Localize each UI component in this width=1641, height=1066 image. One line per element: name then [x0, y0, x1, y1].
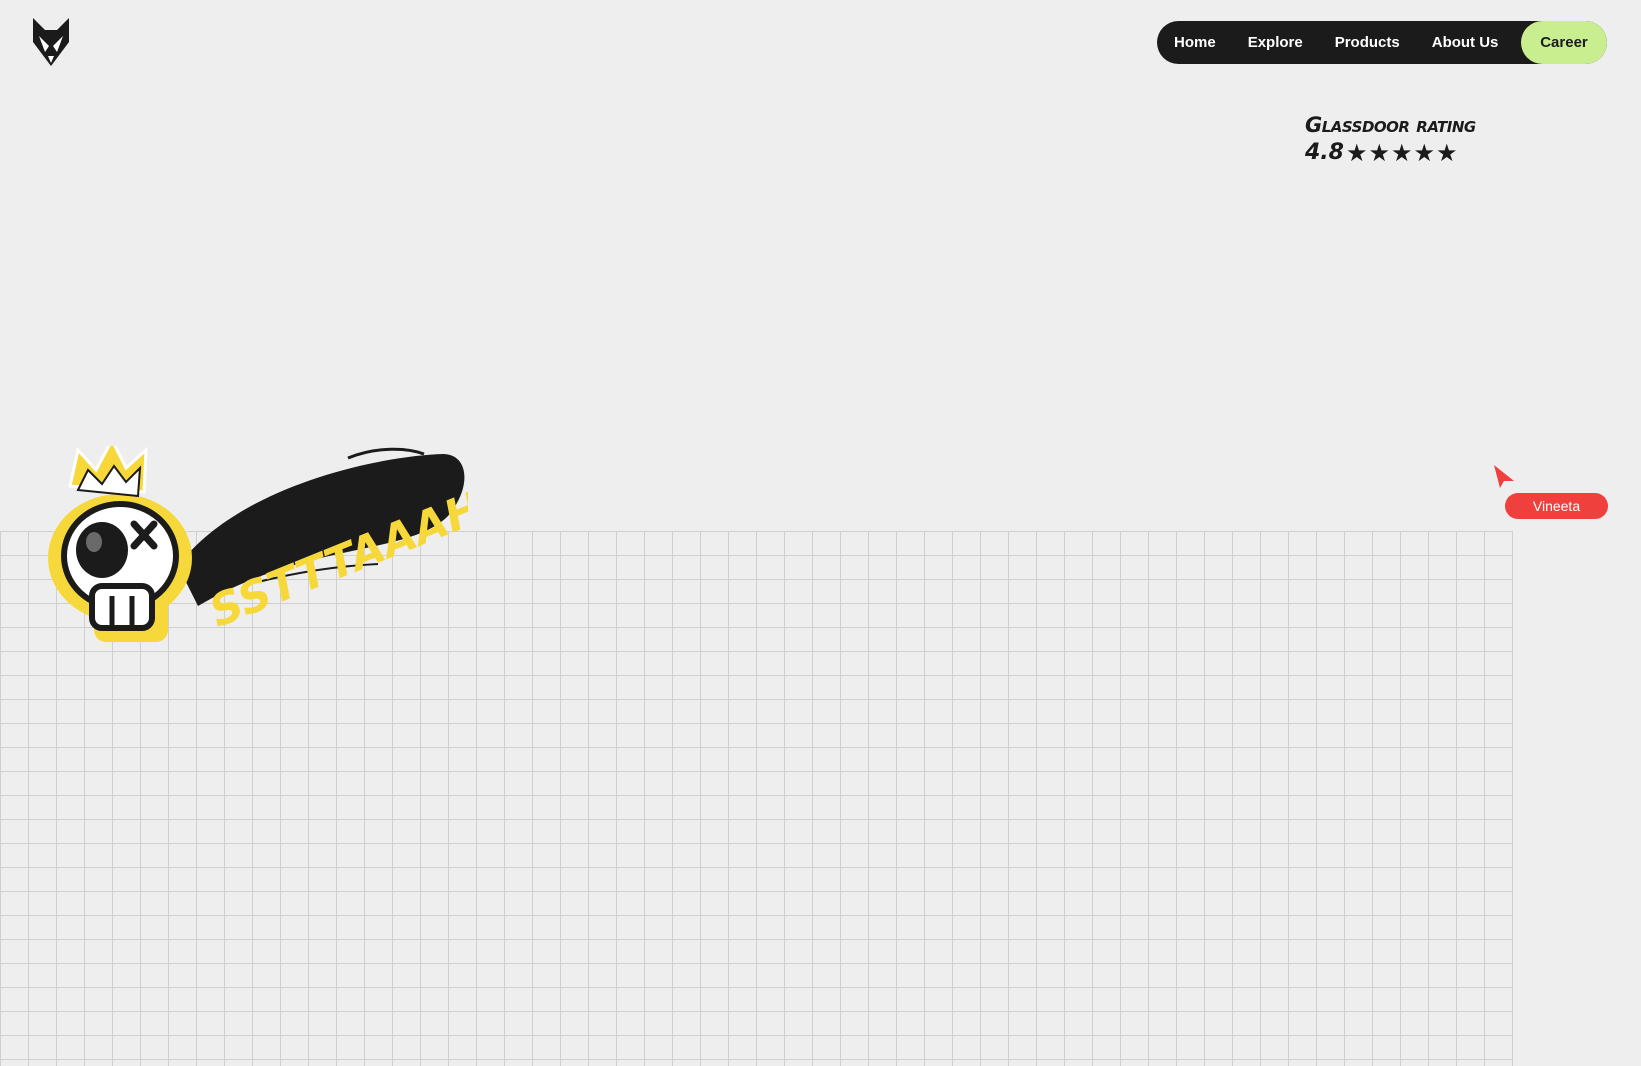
fox-head-logo-icon[interactable] [31, 16, 71, 68]
nav-item-products[interactable]: Products [1319, 34, 1416, 51]
star-rating-icon: ★★★★★ [1345, 139, 1459, 167]
nav-item-home[interactable]: Home [1157, 34, 1232, 51]
pointer-cursor-icon [1492, 463, 1516, 489]
rating-title: Glassdoor rating [1305, 113, 1476, 137]
crowned-skull-icon[interactable]: SSTTTAAAHW [48, 436, 537, 666]
collaborator-name-tag: Vineeta [1505, 493, 1608, 519]
glassdoor-rating: Glassdoor rating 4.8 ★★★★★ [1305, 112, 1476, 168]
nav-item-explore[interactable]: Explore [1232, 34, 1319, 51]
rating-value: 4.8 [1305, 140, 1344, 165]
nav-item-about-us[interactable]: About Us [1416, 34, 1515, 51]
career-button[interactable]: Career [1521, 21, 1607, 64]
page: Home Explore Products About Us Career Gl… [0, 0, 1641, 1066]
rating-line: 4.8 ★★★★★ [1305, 138, 1476, 168]
main-nav: Home Explore Products About Us Career [1157, 21, 1607, 64]
